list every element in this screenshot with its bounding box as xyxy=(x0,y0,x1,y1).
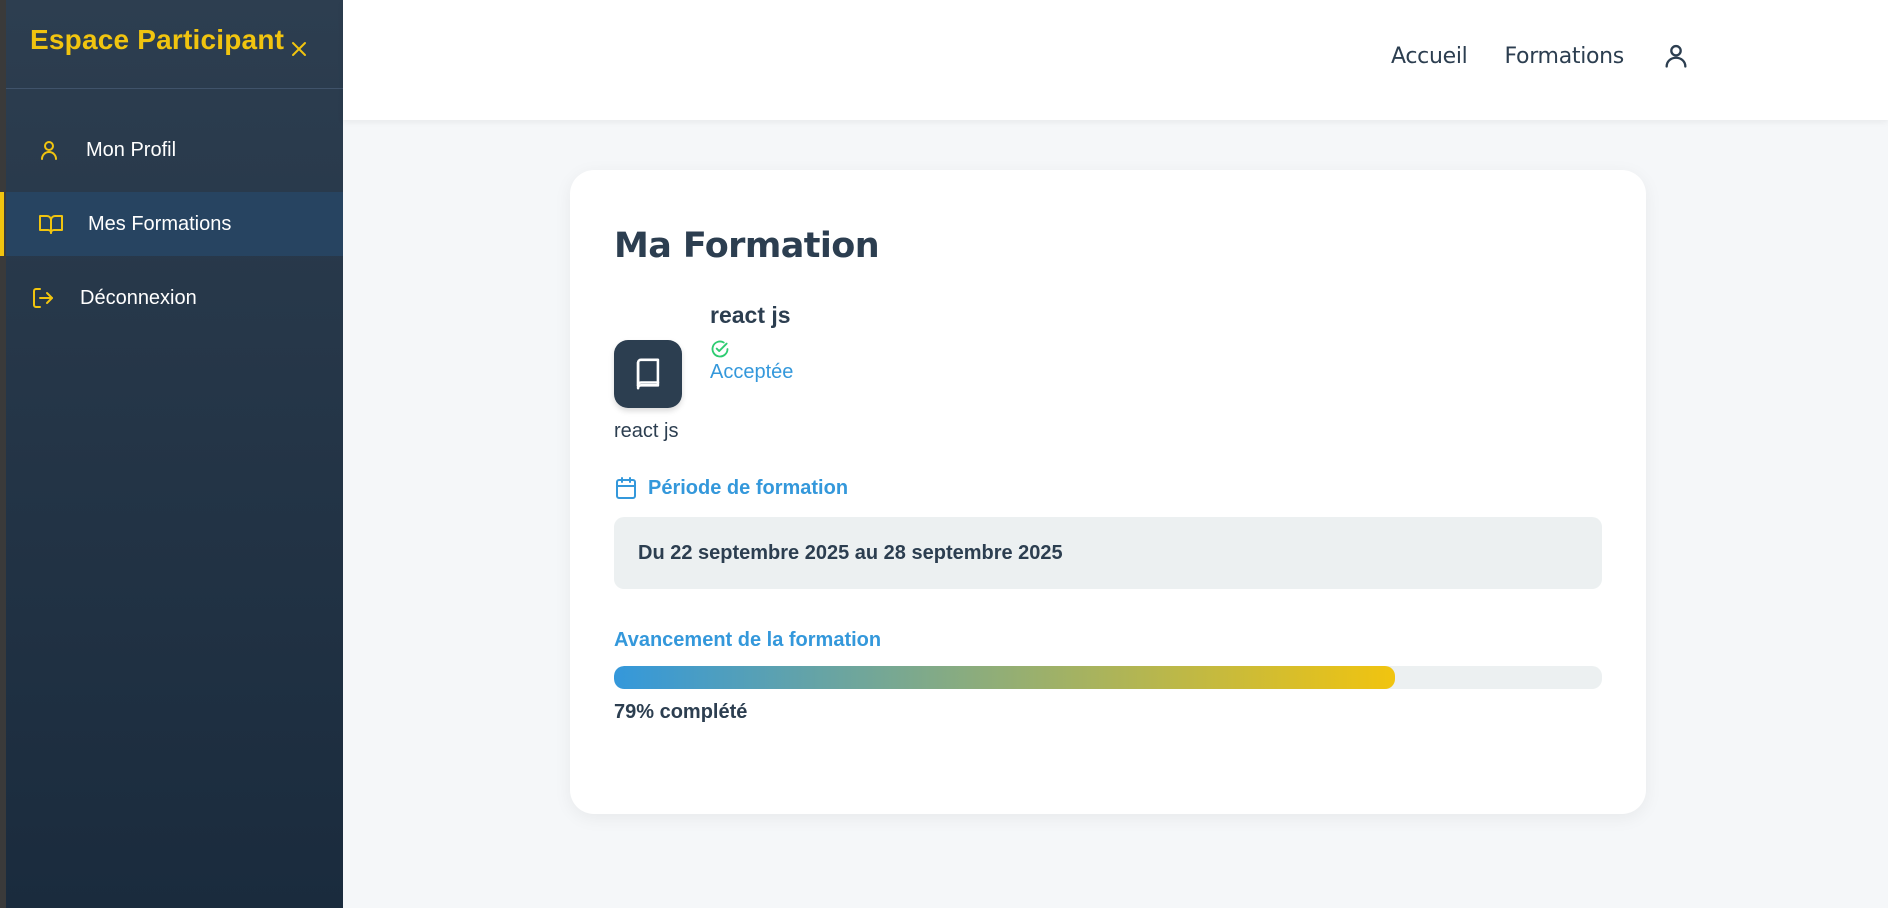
sidebar-brand: Espace Participant xyxy=(30,24,285,55)
period-heading: Période de formation xyxy=(614,476,848,500)
calendar-icon xyxy=(616,477,636,499)
course-meta: react js Acceptée xyxy=(710,300,793,408)
page-title: Ma Formation xyxy=(614,226,880,266)
sidebar-item-label: Mon Profil xyxy=(86,138,177,161)
user-icon xyxy=(1665,44,1687,68)
app: Espace Participant Mon Profil Mes Format… xyxy=(0,0,1888,908)
course-header: react js Acceptée xyxy=(614,300,793,408)
course-name: react js xyxy=(710,302,791,328)
close-sidebar-button[interactable] xyxy=(288,38,310,60)
sidebar-item-label: Mes Formations xyxy=(88,212,232,235)
sidebar: Espace Participant Mon Profil Mes Format… xyxy=(0,0,343,908)
status-badge: Acceptée xyxy=(710,361,794,383)
logout-icon xyxy=(30,285,56,311)
period-label: Période de formation xyxy=(648,476,849,499)
period-value: Du 22 septembre 2025 au 28 septembre 202… xyxy=(614,517,1602,589)
formation-card: Ma Formation react js Acceptée react js … xyxy=(570,170,1646,814)
sidebar-item-formations[interactable]: Mes Formations xyxy=(0,192,343,256)
sidebar-header: Espace Participant xyxy=(6,0,343,89)
progress-fill xyxy=(614,666,1395,689)
close-icon xyxy=(292,42,307,56)
book-icon xyxy=(636,358,660,390)
nav-link-formations[interactable]: Formations xyxy=(1504,44,1624,69)
course-description: react js xyxy=(614,420,679,442)
book-open-icon xyxy=(38,211,64,237)
nav-link-accueil[interactable]: Accueil xyxy=(1391,44,1468,69)
topbar: Accueil Formations xyxy=(343,0,1888,120)
course-icon-tile xyxy=(614,340,682,408)
top-nav: Accueil Formations xyxy=(1391,41,1692,71)
sidebar-nav: Mon Profil Mes Formations Déconnexion xyxy=(0,118,343,330)
check-circle-icon xyxy=(710,339,730,359)
progress-label: Avancement de la formation xyxy=(614,629,882,651)
progress-bar xyxy=(614,666,1602,689)
sidebar-item-label: Déconnexion xyxy=(80,286,197,309)
user-icon xyxy=(36,137,62,163)
user-menu-button[interactable] xyxy=(1662,41,1692,71)
progress-text: 79% complété xyxy=(614,701,748,723)
sidebar-item-profile[interactable]: Mon Profil xyxy=(6,118,343,182)
sidebar-item-logout[interactable]: Déconnexion xyxy=(6,266,343,330)
